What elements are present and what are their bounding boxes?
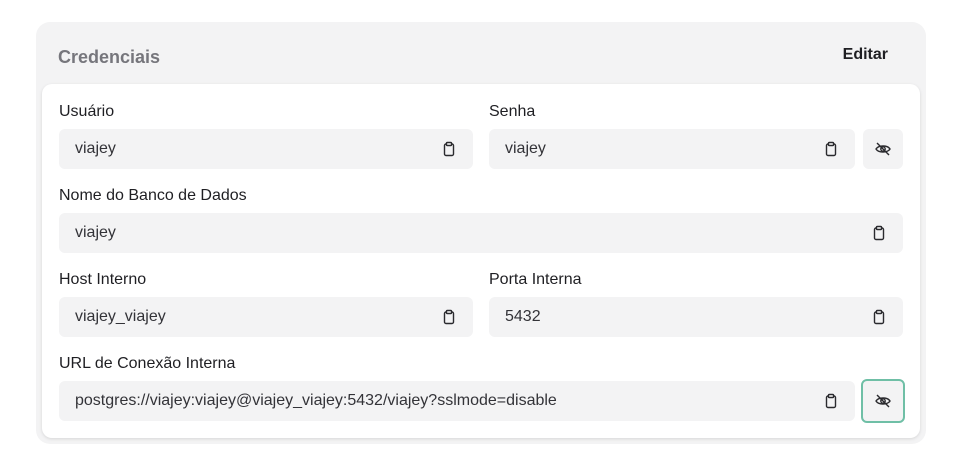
user-value: viajey xyxy=(75,140,116,157)
password-label: Senha xyxy=(489,103,536,120)
credentials-panel: Usuário viajey Senha viajey Nome do Banc… xyxy=(42,84,920,438)
internal-host-label: Host Interno xyxy=(59,271,147,288)
card-title: Credenciais xyxy=(58,47,161,67)
db-name-field: viajey xyxy=(59,213,903,253)
clipboard-icon[interactable] xyxy=(871,309,887,325)
password-field: viajey xyxy=(489,129,855,169)
db-name-label: Nome do Banco de Dados xyxy=(59,187,247,204)
internal-url-visibility-toggle[interactable] xyxy=(861,379,905,423)
credentials-card: Credenciais Editar Usuário viajey Senha … xyxy=(36,22,926,444)
internal-url-value: postgres://viajey:viajey@viajey_viajey:5… xyxy=(75,392,557,409)
password-value: viajey xyxy=(505,140,546,157)
eye-off-icon xyxy=(875,394,891,408)
internal-url-label: URL de Conexão Interna xyxy=(59,355,236,372)
internal-host-value: viajey_viajey xyxy=(75,308,166,325)
db-name-value: viajey xyxy=(75,224,116,241)
user-field: viajey xyxy=(59,129,473,169)
clipboard-icon[interactable] xyxy=(871,225,887,241)
clipboard-icon[interactable] xyxy=(441,309,457,325)
edit-button[interactable]: Editar xyxy=(843,46,888,64)
internal-url-field: postgres://viajey:viajey@viajey_viajey:5… xyxy=(59,381,855,421)
user-label: Usuário xyxy=(59,103,115,120)
password-visibility-toggle[interactable] xyxy=(863,129,903,169)
internal-port-label: Porta Interna xyxy=(489,271,582,288)
eye-off-icon xyxy=(875,142,891,156)
clipboard-icon[interactable] xyxy=(823,393,839,409)
clipboard-icon[interactable] xyxy=(441,141,457,157)
internal-port-field: 5432 xyxy=(489,297,903,337)
clipboard-icon[interactable] xyxy=(823,141,839,157)
internal-port-value: 5432 xyxy=(505,308,541,325)
internal-host-field: viajey_viajey xyxy=(59,297,473,337)
